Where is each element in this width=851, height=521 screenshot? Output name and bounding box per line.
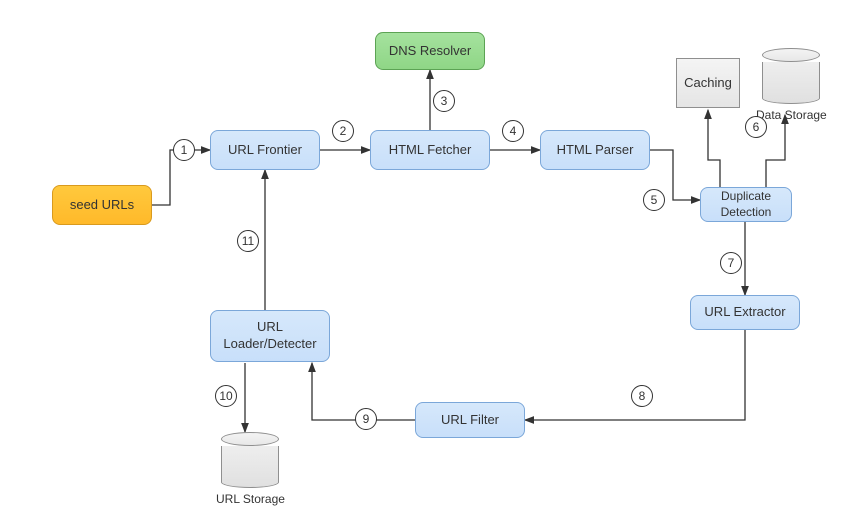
step-8: 8 — [631, 385, 653, 407]
url-storage-label: URL Storage — [216, 492, 285, 506]
step-11: 11 — [237, 230, 259, 252]
node-url-storage: URL Storage — [216, 432, 285, 506]
node-caching: Caching — [676, 58, 740, 108]
node-duplicate-detection: Duplicate Detection — [700, 187, 792, 222]
step-2: 2 — [332, 120, 354, 142]
node-html-fetcher: HTML Fetcher — [370, 130, 490, 170]
step-7: 7 — [720, 252, 742, 274]
step-5: 5 — [643, 189, 665, 211]
node-url-extractor: URL Extractor — [690, 295, 800, 330]
step-10: 10 — [215, 385, 237, 407]
step-1: 1 — [173, 139, 195, 161]
node-seed-urls: seed URLs — [52, 185, 152, 225]
node-dns-resolver: DNS Resolver — [375, 32, 485, 70]
step-9: 9 — [355, 408, 377, 430]
node-url-loader-detecter: URL Loader/Detecter — [210, 310, 330, 362]
node-url-filter: URL Filter — [415, 402, 525, 438]
data-storage-label: Data Storage — [756, 108, 827, 122]
node-html-parser: HTML Parser — [540, 130, 650, 170]
step-6: 6 — [745, 116, 767, 138]
step-3: 3 — [433, 90, 455, 112]
node-url-frontier: URL Frontier — [210, 130, 320, 170]
step-4: 4 — [502, 120, 524, 142]
node-data-storage: Data Storage — [756, 48, 827, 122]
